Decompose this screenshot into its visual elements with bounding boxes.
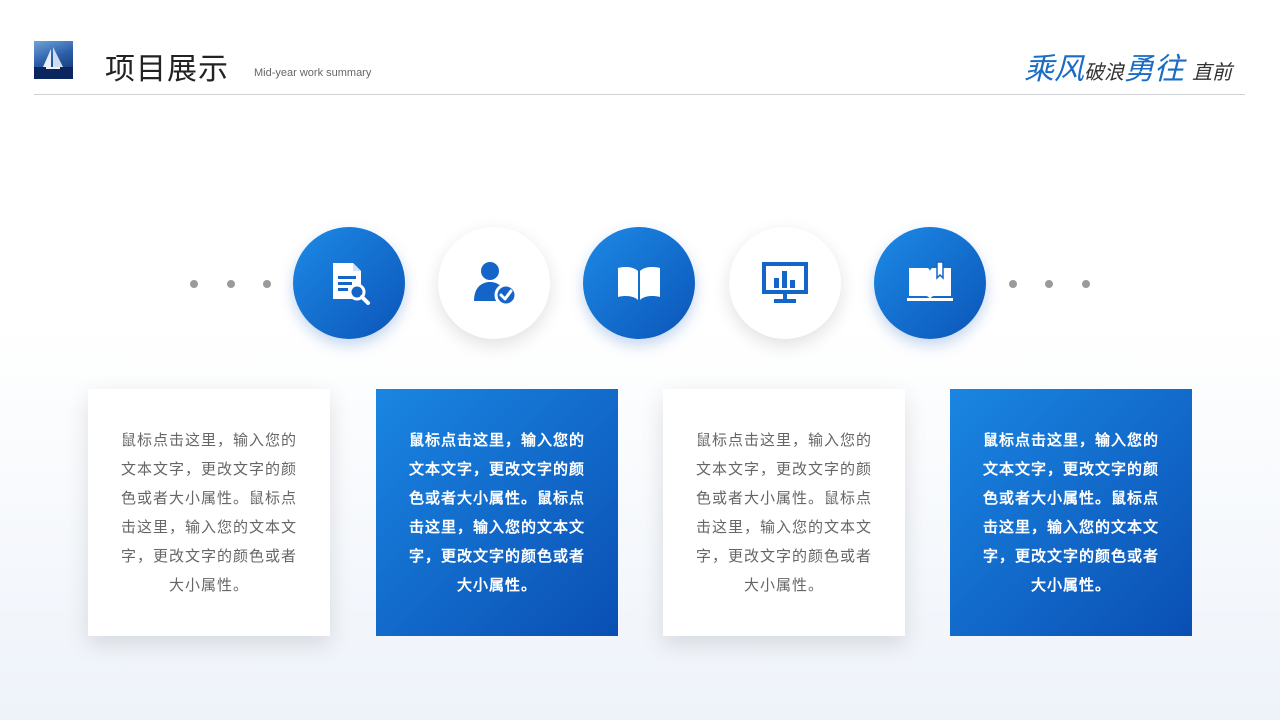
presentation-chart-icon	[762, 262, 808, 303]
book-bookmark-icon	[907, 261, 953, 301]
slogan-part-1: 乘风	[1024, 53, 1084, 86]
open-book-icon	[618, 267, 660, 300]
circle-4[interactable]	[729, 227, 841, 339]
slogan-part-3: 勇往	[1124, 53, 1184, 86]
slogan-part-4: 直前	[1192, 62, 1232, 84]
info-card-3[interactable]: 鼠标点击这里，输入您的文本文字，更改文字的颜色或者大小属性。鼠标点击这里，输入您…	[663, 389, 905, 636]
dot-right-1	[1009, 280, 1017, 288]
circle-5[interactable]	[874, 227, 986, 339]
circle-3[interactable]	[583, 227, 695, 339]
page-subtitle: Mid-year work summary	[254, 67, 372, 79]
document-search-icon	[333, 263, 370, 305]
header-divider	[34, 94, 1245, 95]
dot-right-2	[1045, 280, 1053, 288]
header: 项目展示 Mid-year work summary 乘风破浪勇往 直前	[0, 0, 1280, 96]
user-check-icon	[474, 262, 518, 307]
dot-left-1	[190, 280, 198, 288]
info-card-4[interactable]: 鼠标点击这里，输入您的文本文字，更改文字的颜色或者大小属性。鼠标点击这里，输入您…	[950, 389, 1192, 636]
info-card-text: 鼠标点击这里，输入您的文本文字，更改文字的颜色或者大小属性。鼠标点击这里，输入您…	[695, 430, 872, 594]
dot-left-2	[227, 280, 235, 288]
page-title: 项目展示	[105, 52, 229, 87]
circle-1[interactable]	[293, 227, 405, 339]
slogan: 乘风破浪勇往 直前	[1024, 44, 1232, 88]
dot-left-3	[263, 280, 271, 288]
circle-2[interactable]	[438, 227, 550, 339]
dot-right-3	[1082, 280, 1090, 288]
slogan-part-2: 破浪	[1084, 62, 1124, 84]
info-card-1[interactable]: 鼠标点击这里，输入您的文本文字，更改文字的颜色或者大小属性。鼠标点击这里，输入您…	[88, 389, 330, 636]
info-card-text: 鼠标点击这里，输入您的文本文字，更改文字的颜色或者大小属性。鼠标点击这里，输入您…	[408, 430, 585, 594]
info-card-text: 鼠标点击这里，输入您的文本文字，更改文字的颜色或者大小属性。鼠标点击这里，输入您…	[982, 430, 1159, 594]
logo-sailboat-image	[34, 41, 73, 79]
info-card-text: 鼠标点击这里，输入您的文本文字，更改文字的颜色或者大小属性。鼠标点击这里，输入您…	[120, 430, 297, 594]
info-card-2[interactable]: 鼠标点击这里，输入您的文本文字，更改文字的颜色或者大小属性。鼠标点击这里，输入您…	[376, 389, 618, 636]
